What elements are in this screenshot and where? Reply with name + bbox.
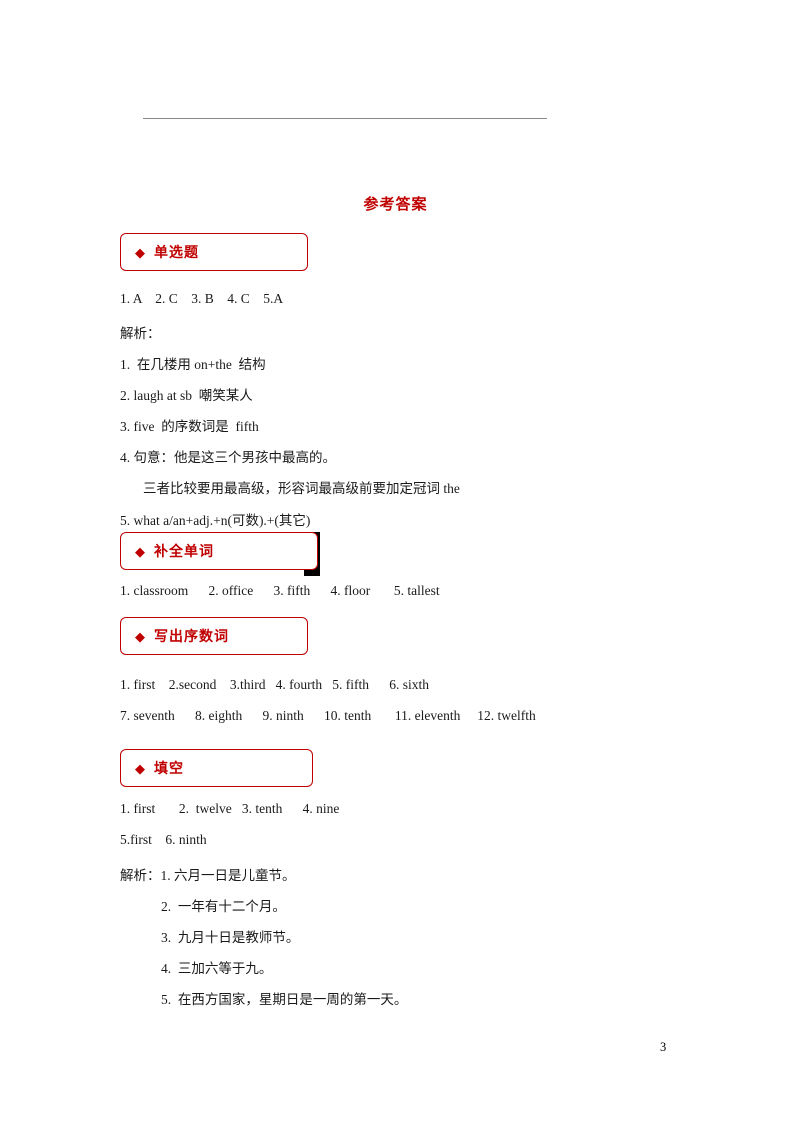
- page-number: 3: [660, 1040, 667, 1054]
- analysis-line: 4. 三加六等于九。: [161, 961, 273, 976]
- section-label: 写出序数词: [154, 628, 229, 644]
- answer-line: 1. first 2.second 3.third 4. fourth 5. f…: [120, 677, 429, 692]
- section-heading-single-choice: ◆ 单选题: [120, 233, 308, 271]
- diamond-icon: ◆: [135, 244, 145, 260]
- document-page: 参考答案 ◆ 单选题 1. A 2. C 3. B 4. C 5.A 解析： 1…: [0, 0, 793, 1122]
- analysis-line: 2. 一年有十二个月。: [161, 899, 286, 914]
- section-heading-complete-words: ◆ 补全单词: [120, 532, 318, 570]
- analysis-line: 三者比较要用最高级，形容词最高级前要加定冠词 the: [143, 481, 460, 496]
- answer-line: 1. classroom 2. office 3. fifth 4. floor…: [120, 583, 440, 598]
- diamond-icon: ◆: [135, 543, 145, 559]
- analysis-line: 5. what a/an+adj.+n(可数).+(其它): [120, 513, 311, 528]
- answer-line: 1. A 2. C 3. B 4. C 5.A: [120, 291, 284, 306]
- section-label: 补全单词: [154, 543, 214, 559]
- analysis-line: 2. laugh at sb 嘲笑某人: [120, 388, 253, 403]
- section-label: 单选题: [154, 244, 199, 260]
- section-heading-write-ordinals: ◆ 写出序数词: [120, 617, 308, 655]
- section-label: 填空: [154, 760, 184, 776]
- analysis-line: 5. 在西方国家，星期日是一周的第一天。: [161, 992, 408, 1007]
- answer-line: 7. seventh 8. eighth 9. ninth 10. tenth …: [120, 708, 536, 723]
- top-horizontal-rule: [143, 118, 547, 119]
- analysis-line: 4. 句意：他是这三个男孩中最高的。: [120, 450, 336, 465]
- page-title: 参考答案: [363, 196, 428, 213]
- answer-line: 5.first 6. ninth: [120, 832, 207, 847]
- analysis-line: 1. 在几楼用 on+the 结构: [120, 357, 266, 372]
- analysis-line: 3. 九月十日是教师节。: [161, 930, 300, 945]
- section-heading-fill-in-blank: ◆ 填空: [120, 749, 313, 787]
- analysis-line: 解析：1. 六月一日是儿童节。: [120, 868, 296, 883]
- diamond-icon: ◆: [135, 628, 145, 644]
- analysis-label: 解析：: [120, 326, 161, 341]
- analysis-line: 3. five 的序数词是 fifth: [120, 419, 259, 434]
- diamond-icon: ◆: [135, 760, 145, 776]
- answer-line: 1. first 2. twelve 3. tenth 4. nine: [120, 801, 340, 816]
